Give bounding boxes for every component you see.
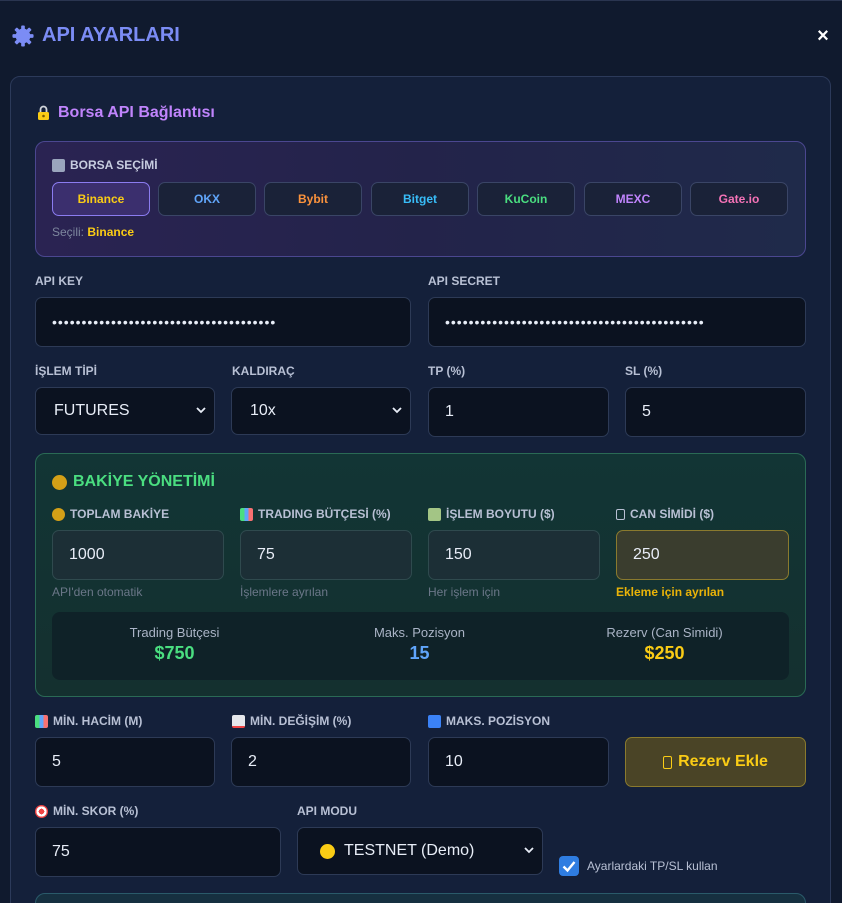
total-balance-hint: API'den otomatik	[52, 585, 143, 599]
total-balance-input[interactable]: 1000	[52, 530, 224, 580]
summary-trading-budget: Trading Bütçesi $750	[129, 625, 220, 663]
close-button[interactable]: ×	[813, 25, 833, 47]
balance-title: BAKİYE YÖNETİMİ	[52, 473, 215, 491]
exchange-button-binance[interactable]: Binance	[52, 182, 150, 216]
tp-label: TP (%)	[428, 364, 466, 378]
api-key-label: API KEY	[35, 274, 84, 288]
modal-header: API AYARLARI ×	[0, 1, 842, 71]
trade-size-input[interactable]: 150	[428, 530, 600, 580]
reserve-label: CAN SİMİDİ ($)	[616, 507, 714, 521]
max-position-label: MAKS. POZİSYON	[428, 714, 550, 728]
leverage-label: KALDIRAÇ	[232, 364, 295, 378]
reserve-input[interactable]: 250	[616, 530, 789, 580]
api-key-input[interactable]: ••••••••••••••••••••••••••••••••••••••	[35, 297, 411, 347]
exchange-label: BORSA SEÇİMİ	[52, 158, 158, 172]
target-icon	[35, 804, 48, 818]
exchange-button-mexc[interactable]: MEXC	[584, 182, 682, 216]
money-bag-icon	[52, 507, 65, 521]
building-icon	[52, 158, 65, 172]
min-change-input[interactable]: 2	[231, 737, 411, 787]
min-change-label: MİN. DEĞİŞİM (%)	[232, 714, 351, 728]
gear-icon	[12, 25, 34, 47]
exchange-button-okx[interactable]: OKX	[158, 182, 256, 216]
min-score-label: MİN. SKOR (%)	[35, 804, 138, 818]
lock-key-icon	[38, 105, 49, 120]
use-tpsl-label: Ayarlardaki TP/SL kullan	[587, 859, 718, 873]
lifebuoy-icon	[616, 508, 625, 520]
summary-reserve: Rezerv (Can Simidi) $250	[606, 625, 723, 663]
bar-chart-icon	[240, 507, 253, 521]
reserve-hint: Ekleme için ayrılan	[616, 585, 725, 599]
min-volume-label: MİN. HACİM (M)	[35, 714, 142, 728]
money-bag-icon	[52, 474, 67, 490]
exchange-button-bitget[interactable]: Bitget	[371, 182, 469, 216]
connection-section-title: Borsa API Bağlantısı	[36, 104, 215, 122]
min-volume-input[interactable]: 5	[35, 737, 215, 787]
connection-title-text: Borsa API Bağlantısı	[58, 104, 215, 121]
trading-budget-input[interactable]: 75	[240, 530, 412, 580]
exchange-button-kucoin[interactable]: KuCoin	[477, 182, 575, 216]
use-tpsl-checkbox[interactable]	[559, 856, 579, 876]
sl-label: SL (%)	[625, 364, 663, 378]
sl-input[interactable]: 5	[625, 387, 806, 437]
yellow-circle-icon	[320, 843, 335, 859]
banknote-icon	[428, 507, 441, 521]
selected-exchange-text: Seçili: Binance	[52, 225, 135, 239]
lifebuoy-icon	[663, 755, 673, 769]
chevron-down-icon	[196, 407, 206, 414]
tp-input[interactable]: 1	[428, 387, 609, 437]
modal-title: API AYARLARI	[42, 24, 180, 46]
add-reserve-button[interactable]: Rezerv Ekle	[625, 737, 806, 787]
exchange-button-gateio[interactable]: Gate.io	[690, 182, 788, 216]
selected-exchange-value: Binance	[87, 225, 135, 239]
exchange-button-bybit[interactable]: Bybit	[264, 182, 362, 216]
api-settings-modal: API AYARLARI × Borsa API Bağlantısı BORS…	[0, 0, 842, 903]
api-mode-select[interactable]: TESTNET (Demo)	[297, 827, 543, 875]
max-position-input[interactable]: 10	[428, 737, 609, 787]
api-mode-label: API MODU	[297, 804, 357, 818]
checkmark-icon	[562, 861, 576, 873]
bar-chart-icon	[35, 714, 48, 728]
trading-budget-hint: İşlemlere ayrılan	[240, 585, 329, 599]
chevron-down-icon	[524, 847, 534, 854]
api-secret-input[interactable]: ••••••••••••••••••••••••••••••••••••••••…	[428, 297, 806, 347]
api-secret-label: API SECRET	[428, 274, 501, 288]
summary-max-position: Maks. Pozisyon 15	[373, 625, 466, 663]
total-balance-label: TOPLAM BAKİYE	[52, 507, 169, 521]
trade-size-hint: Her işlem için	[428, 585, 501, 599]
leverage-select[interactable]: 10x	[231, 387, 411, 435]
min-score-input[interactable]: 75	[35, 827, 281, 877]
chevron-down-icon	[392, 407, 402, 414]
trade-type-label: İŞLEM TİPİ	[35, 364, 98, 378]
numbers-icon	[428, 714, 441, 728]
balance-summary: Trading Bütçesi $750 Maks. Pozisyon 15 R…	[52, 612, 789, 680]
trade-type-select[interactable]: FUTURES	[35, 387, 215, 435]
chart-increasing-icon	[232, 714, 245, 728]
next-section-box	[35, 893, 806, 903]
trading-budget-label: TRADING BÜTÇESİ (%)	[240, 507, 391, 521]
trade-size-label: İŞLEM BOYUTU ($)	[428, 507, 555, 521]
